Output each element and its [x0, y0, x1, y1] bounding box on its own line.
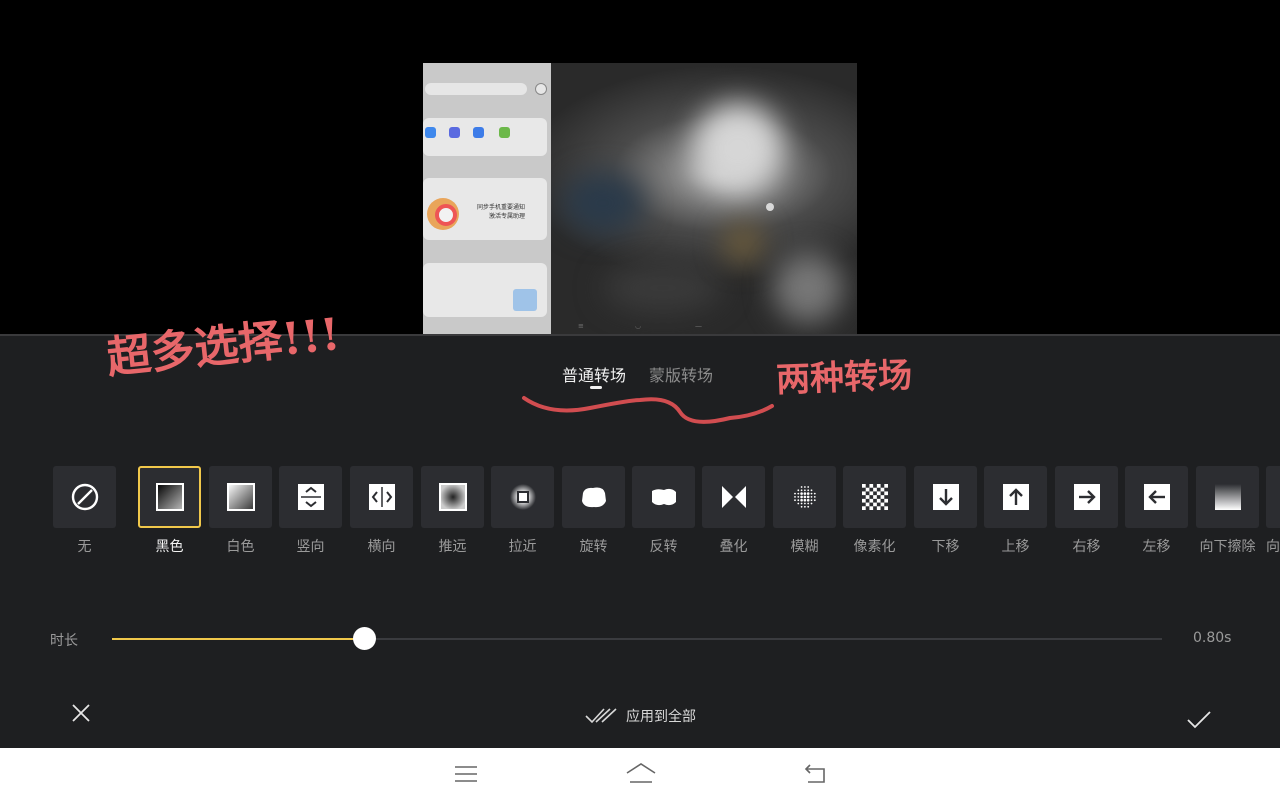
phone-search-bar: [425, 83, 527, 95]
camera-icon: [535, 83, 547, 95]
white-fade-icon: [226, 483, 255, 511]
double-check-icon: [585, 708, 617, 724]
duration-slider[interactable]: [112, 627, 1162, 650]
transition-item-move-down[interactable]: 下移: [914, 466, 977, 556]
transition-label: 白色: [226, 539, 255, 555]
preview-dot: [766, 203, 774, 211]
preview-frame[interactable]: 同步手机重要通知 激活专属助理 ≡ ◡ —: [423, 63, 857, 334]
transition-item-rotate[interactable]: 旋转: [562, 466, 625, 556]
transition-item-vertical[interactable]: 竖向: [279, 466, 342, 556]
phone-card: [423, 118, 547, 156]
back-icon[interactable]: [802, 761, 830, 787]
transition-item-white[interactable]: 白色: [209, 466, 272, 556]
transition-label: 模糊: [790, 539, 819, 555]
video-editor-screen: { "preview": { "phone_caption_1": "同步手机重…: [0, 0, 1280, 800]
transition-item-black[interactable]: 黑色: [138, 466, 201, 556]
transition-label: 上移: [1001, 539, 1030, 555]
duration-value: 0.80s: [1193, 630, 1232, 646]
transition-label: 左移: [1142, 539, 1171, 555]
duration-label: 时长: [50, 633, 78, 649]
transition-item-wipe-down[interactable]: 向下擦除: [1196, 466, 1259, 556]
transition-item-move-left[interactable]: 左移: [1125, 466, 1188, 556]
phone-nav-bar: ≡ ◡ —: [578, 322, 702, 330]
push-away-icon: [438, 483, 467, 511]
horizontal-icon: [368, 484, 395, 510]
none-icon: [71, 483, 98, 511]
apply-all-button[interactable]: 应用到全部: [584, 706, 696, 726]
pull-in-icon: [509, 484, 536, 510]
tab-mask-transition[interactable]: 蒙版转场: [649, 362, 713, 386]
menu-icon[interactable]: [452, 761, 480, 787]
arrow-down-icon: [932, 484, 959, 510]
phone-screenshot: 同步手机重要通知 激活专属助理: [423, 63, 551, 334]
annotation-right: 两种转场: [775, 355, 913, 401]
close-icon[interactable]: [70, 702, 92, 724]
transition-item-pixelate[interactable]: 像素化: [843, 466, 906, 556]
transition-item-pull-in[interactable]: 拉近: [491, 466, 554, 556]
transition-label: 叠化: [719, 539, 748, 555]
transition-item-move-right[interactable]: 右移: [1055, 466, 1118, 556]
video-preview: 同步手机重要通知 激活专属助理 ≡ ◡ —: [0, 0, 1280, 334]
phone-caption: 激活专属助理: [489, 213, 526, 220]
transition-label: 无: [77, 539, 92, 555]
transition-label: 竖向: [296, 539, 325, 555]
transition-label: 右移: [1072, 539, 1101, 555]
phone-caption: 同步手机重要通知: [477, 204, 526, 211]
transition-label: 下移: [931, 539, 960, 555]
arrow-up-icon: [1002, 484, 1029, 510]
apply-all-label: 应用到全部: [626, 709, 696, 725]
transition-label: 推远: [438, 539, 467, 555]
dissolve-icon: [721, 486, 746, 508]
wipe-down-icon: [1214, 484, 1241, 510]
transition-item-horizontal[interactable]: 横向: [350, 466, 413, 556]
transition-label: 拉近: [508, 539, 537, 555]
transition-item-wipe[interactable]: 向: [1266, 466, 1280, 556]
phone-card: 同步手机重要通知 激活专属助理: [423, 178, 547, 240]
transition-label: 横向: [367, 539, 396, 555]
transition-label: 反转: [649, 539, 678, 555]
tab-normal-transition[interactable]: 普通转场: [562, 362, 626, 386]
system-nav-bar: [0, 748, 1280, 800]
annotation-scribble: [522, 396, 774, 424]
black-fade-icon: [155, 483, 184, 511]
blur-icon: [793, 486, 816, 508]
vertical-icon: [297, 484, 324, 510]
transition-item-flip[interactable]: 反转: [632, 466, 695, 556]
transition-item-blur[interactable]: 模糊: [773, 466, 836, 556]
transition-item-dissolve[interactable]: 叠化: [702, 466, 765, 556]
transition-label: 黑色: [155, 539, 184, 555]
transition-label: 像素化: [853, 539, 896, 555]
transition-item-push-away[interactable]: 推远: [421, 466, 484, 556]
slider-fill: [112, 638, 364, 640]
arrow-left-icon: [1143, 484, 1170, 510]
home-icon[interactable]: [625, 761, 657, 787]
rotate-icon: [581, 487, 606, 508]
slider-knob[interactable]: [353, 627, 376, 650]
transition-item-none[interactable]: 无: [53, 466, 116, 556]
flip-icon: [651, 488, 676, 506]
check-icon[interactable]: [1186, 710, 1212, 730]
transition-item-move-up[interactable]: 上移: [984, 466, 1047, 556]
arrow-right-icon: [1073, 484, 1100, 510]
transition-label: 旋转: [579, 539, 608, 555]
transition-label: 向: [1266, 539, 1280, 555]
phone-card: [423, 263, 547, 317]
transition-label: 向下擦除: [1199, 539, 1256, 555]
pixelate-icon: [861, 484, 888, 510]
